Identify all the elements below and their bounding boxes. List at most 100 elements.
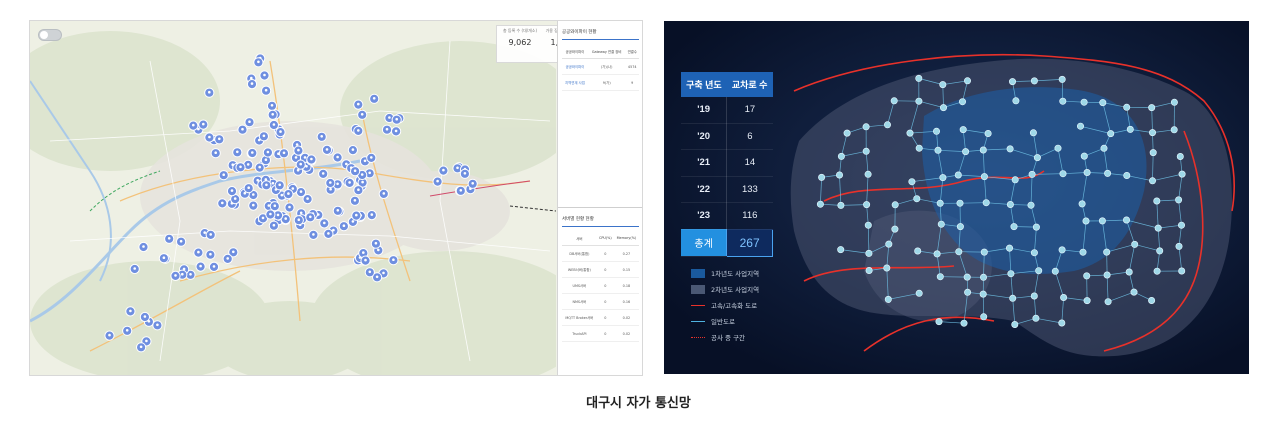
marker-dot: [273, 204, 277, 207]
legend-swatch: [691, 285, 705, 294]
wifi-status-table: 공공와이파이 Gateway 연결 장비 연결수 공공와이파이 (가)(나) 4…: [562, 44, 639, 91]
count-cell: 6: [726, 123, 773, 150]
intersection-node: [915, 144, 923, 152]
marker-dot: [323, 221, 326, 225]
intersection-node: [984, 130, 992, 138]
legend-swatch: [691, 269, 705, 278]
table-row[interactable]: 지역연계 사업 9(가) 9: [562, 74, 639, 91]
intersection-node: [862, 123, 870, 131]
table-header: 구축 년도: [681, 72, 727, 97]
intersection-node: [1083, 297, 1091, 305]
intersection-node: [937, 220, 945, 228]
table-row: DB서버(통합) 0 0.27: [562, 245, 639, 262]
marker-dot: [233, 197, 237, 200]
marker-dot: [264, 158, 268, 161]
marker-dot: [226, 257, 229, 260]
marker-dot: [278, 183, 281, 187]
table-cell[interactable]: 지역연계 사업: [562, 74, 588, 91]
marker-dot: [142, 245, 145, 248]
marker-dot: [385, 127, 389, 131]
road-segment: [959, 202, 987, 204]
marker-dot: [364, 258, 367, 262]
marker-dot: [269, 212, 272, 216]
marker-dot: [361, 180, 364, 184]
marker-dot: [208, 135, 211, 139]
intersection-node: [936, 273, 944, 281]
marker-dot: [357, 129, 360, 132]
table-cell: MQTT Broker서버: [562, 309, 597, 326]
marker-dot: [456, 166, 459, 170]
marker-dot: [360, 113, 364, 116]
marker-dot: [271, 113, 274, 116]
table-row[interactable]: 공공와이파이 (가)(나) 4574: [562, 58, 639, 75]
marker-dot: [258, 165, 261, 169]
intersection-node: [939, 174, 947, 182]
figure-caption: 대구시 자가 통신망: [586, 396, 691, 411]
table-cell: 0: [596, 325, 614, 342]
intersection-node: [836, 171, 844, 179]
marker-dot: [248, 120, 251, 123]
year-cell: '22: [681, 176, 728, 203]
marker-dot: [280, 193, 284, 197]
intersection-node: [890, 97, 898, 105]
intersection-node: [1060, 293, 1068, 301]
marker-dot: [306, 197, 309, 200]
intersection-node: [1006, 201, 1014, 209]
map-canvas[interactable]: [30, 21, 556, 375]
marker-dot: [310, 157, 313, 161]
marker-dot: [212, 265, 216, 268]
intersection-node: [915, 289, 923, 297]
marker-dot: [377, 248, 380, 252]
intersection-node: [1103, 248, 1111, 256]
intersection-node: [1153, 267, 1161, 275]
kpi-total: 총 등록 수 (대/개소) 9,062: [499, 28, 541, 47]
intersection-node: [982, 199, 990, 207]
intersection-node: [1170, 98, 1178, 106]
marker-dot: [284, 217, 287, 220]
intersection-node: [958, 98, 966, 106]
marker-dot: [353, 199, 357, 202]
intersection-node: [962, 148, 970, 156]
intersection-node: [935, 318, 943, 326]
intersection-node: [939, 81, 947, 89]
map-view[interactable]: [30, 21, 556, 375]
intersection-node: [1010, 223, 1018, 231]
marker-dot: [125, 329, 129, 332]
marker-dot: [276, 213, 280, 217]
intersection-node: [1148, 129, 1156, 137]
marker-dot: [303, 156, 307, 159]
server-status-section: 서버별 현황 현황 서버 CPU(%) Memory(%) DB서버(통합) 0 0…: [558, 208, 642, 342]
legend-item: 일반도로: [691, 314, 801, 330]
map-legend: 1차년도 사업지역 2차년도 사업지역 고속/고속화 도로 일반도로 공사 중 …: [691, 266, 801, 346]
marker-dot: [312, 233, 315, 236]
map-toggle-switch[interactable]: [38, 29, 62, 41]
intersection-node: [1131, 240, 1139, 248]
table-row: TruckAPI 0 0.02: [562, 325, 639, 342]
intersection-node: [816, 200, 824, 208]
marker-dot: [357, 102, 360, 106]
table-cell: TruckAPI: [562, 325, 597, 342]
intersection-node: [1011, 320, 1019, 328]
kpi-total-value: 9,062: [508, 38, 532, 47]
panel1-title: 공공와이파이 현황: [562, 30, 597, 35]
marker-dot: [279, 130, 282, 133]
intersection-node: [818, 173, 826, 181]
intersection-node: [1122, 216, 1130, 224]
marker-dot: [174, 274, 177, 277]
marker-dot: [266, 150, 270, 154]
intersection-node: [1027, 201, 1035, 209]
marker-dot: [370, 213, 374, 216]
intersection-node: [843, 129, 851, 137]
table-cell[interactable]: 공공와이파이: [562, 58, 588, 75]
intersection-node: [1100, 144, 1108, 152]
marker-dot: [222, 173, 225, 176]
marker-dot: [471, 182, 475, 185]
map-dashboard-screenshot: 총 등록 수 (대/개소) 9,062 가용 장비 (대/개소) 1,678 공…: [29, 20, 643, 376]
marker-dot: [230, 189, 234, 192]
table-row: NMS서버 0 0.16: [562, 293, 639, 310]
marker-dot: [203, 231, 206, 234]
kpi-total-label: 총 등록 수 (대/개소): [502, 28, 538, 33]
panel2-rule: [562, 226, 639, 227]
total-label: 총계: [681, 229, 727, 257]
legend-item: 1차년도 사업지역: [691, 266, 801, 282]
